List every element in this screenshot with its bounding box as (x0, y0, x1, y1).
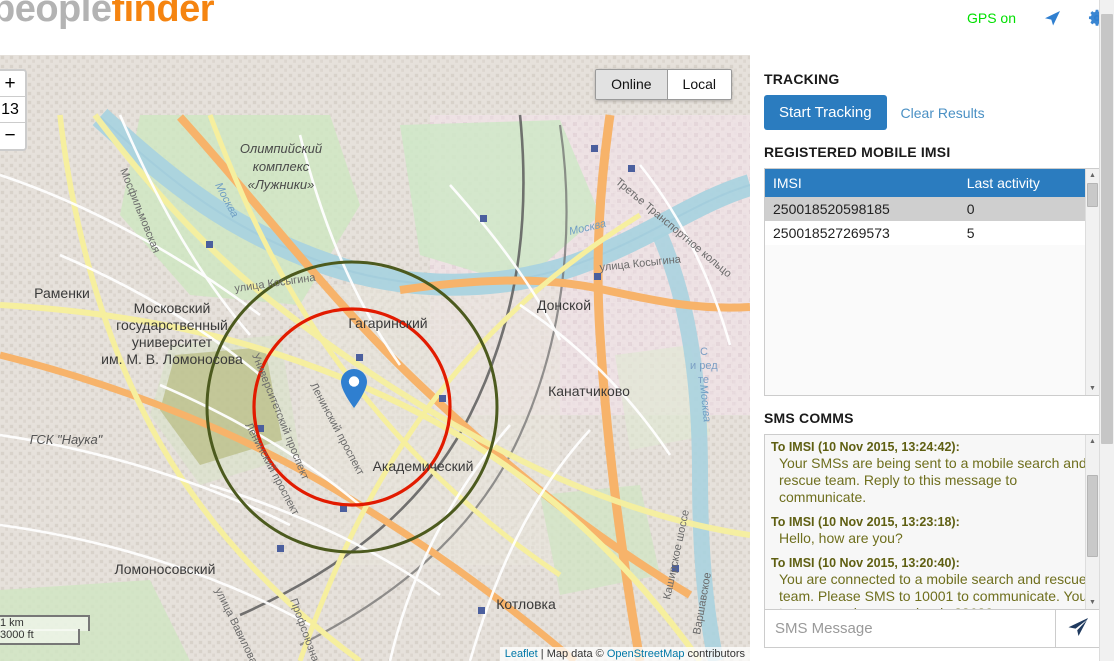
sms-section-title: SMS COMMS (764, 410, 854, 426)
scroll-down-arrow-icon[interactable]: ▼ (1086, 382, 1099, 395)
zoom-out-button[interactable]: − (0, 123, 25, 149)
gps-status-label: GPS on (966, 10, 1016, 26)
start-tracking-button[interactable]: Start Tracking (764, 95, 887, 130)
imsi-column-header[interactable]: IMSI (765, 169, 959, 197)
scroll-up-arrow-icon[interactable]: ▲ (1086, 169, 1099, 182)
last-activity-cell: 0 (958, 197, 1099, 221)
imsi-table-body: 250018520598185 0 250018527269573 5 (765, 197, 1099, 245)
imsi-table-row[interactable]: 250018520598185 0 (765, 197, 1099, 221)
sms-message-body: Your SMSs are being sent to a mobile sea… (779, 455, 1087, 505)
clear-results-button[interactable]: Clear Results (895, 96, 991, 130)
map-source-toggle[interactable]: Online Local (595, 69, 732, 100)
send-paper-plane-icon (1067, 616, 1089, 641)
svg-text:Академический: Академический (373, 458, 474, 474)
page-scroll-thumb[interactable] (1101, 14, 1113, 444)
svg-text:Гагаринский: Гагаринский (348, 315, 427, 331)
svg-text:им. М. В. Ломоносова: им. М. В. Ломоносова (101, 351, 243, 367)
imsi-table: IMSI Last activity 250018520598185 0 25001… (765, 169, 1099, 245)
header-actions: GPS on (967, 8, 1106, 28)
sms-message: To IMSI (10 Nov 2015, 13:20:40): You are … (771, 555, 1093, 609)
sms-scroll-up-arrow-icon[interactable]: ▲ (1086, 435, 1099, 448)
sms-message-header: To IMSI (10 Nov 2015, 13:24:42): (771, 440, 960, 454)
map-toggle-online[interactable]: Online (596, 70, 668, 99)
imsi-scroll-thumb[interactable] (1087, 183, 1098, 207)
map-attribution: Leaflet | Map data © OpenStreetMap contr… (499, 647, 750, 661)
svg-text:комплекс: комплекс (253, 159, 310, 174)
logo-text-people: people (0, 0, 112, 30)
last-activity-cell: 5 (958, 221, 1099, 245)
attribution-separator: | (537, 648, 547, 660)
map-scale-bar: 1 km 3000 ft (0, 615, 90, 645)
tracking-section-title: TRACKING (764, 71, 840, 87)
zoom-in-button[interactable]: + (0, 71, 25, 97)
sms-scroll-down-arrow-icon[interactable]: ▼ (1086, 596, 1099, 609)
svg-text:и ред: и ред (690, 360, 718, 372)
send-message-button[interactable] (1055, 610, 1099, 647)
sms-message: To IMSI (10 Nov 2015, 13:23:18): Hello, h… (771, 514, 1093, 547)
imsi-cell: 250018527269573 (765, 221, 959, 245)
svg-text:Олимпийский: Олимпийский (240, 141, 322, 156)
sms-scrollbar[interactable]: ▲ ▼ (1085, 435, 1099, 609)
sms-message: To IMSI (10 Nov 2015, 13:24:42): Your SMS… (771, 439, 1093, 506)
svg-text:С: С (700, 346, 708, 358)
svg-text:Канатчиково: Канатчиково (548, 383, 630, 399)
attribution-prefix: Map data © (546, 648, 607, 660)
app-header: peoplefinder GPS on (0, 0, 1114, 55)
sms-message-header: To IMSI (10 Nov 2015, 13:20:40): (771, 556, 960, 570)
sms-message-body: You are connected to a mobile search and… (779, 571, 1092, 609)
svg-text:«Лужники»: «Лужники» (248, 177, 315, 192)
side-panel: TRACKING Start Tracking Clear Results RE… (750, 55, 1114, 661)
last-activity-column-header[interactable]: Last activity (958, 169, 1099, 197)
navigation-arrow-icon[interactable] (1042, 8, 1062, 28)
sms-message-header: To IMSI (10 Nov 2015, 13:23:18): (771, 515, 960, 529)
svg-text:ГСК "Наука": ГСК "Наука" (30, 432, 104, 447)
app-root: peoplefinder GPS on Раменки Московский г… (0, 0, 1114, 661)
logo-text-finder: finder (111, 0, 215, 30)
svg-text:Котловка: Котловка (496, 596, 556, 612)
page-scrollbar[interactable] (1099, 0, 1114, 661)
svg-text:государственный: государственный (116, 317, 228, 333)
tracking-controls: Start Tracking Clear Results (764, 95, 1100, 130)
svg-text:Ломоносовский: Ломоносовский (115, 561, 216, 577)
sms-scroll-thumb[interactable] (1087, 475, 1098, 557)
scale-imperial: 3000 ft (0, 629, 80, 645)
sms-compose-row (764, 610, 1100, 648)
sms-messages-container[interactable]: To IMSI (10 Nov 2015, 13:24:42): Your SMS… (764, 434, 1100, 610)
imsi-scrollbar[interactable]: ▲ ▼ (1085, 169, 1099, 395)
imsi-table-header-row: IMSI Last activity (765, 169, 1099, 197)
map-zoom-control[interactable]: + 13 − (0, 69, 27, 151)
attribution-suffix: contributors (684, 648, 745, 660)
imsi-table-row[interactable]: 250018527269573 5 (765, 221, 1099, 245)
location-pin-marker[interactable] (341, 369, 367, 414)
sms-message-input[interactable] (765, 610, 1055, 647)
svg-text:Донской: Донской (537, 297, 591, 313)
openstreetmap-link[interactable]: OpenStreetMap (607, 648, 685, 660)
sms-message-list: To IMSI (10 Nov 2015, 13:24:42): Your SMS… (771, 439, 1093, 609)
imsi-cell: 250018520598185 (765, 197, 959, 221)
map-tiles: Раменки Московский государственный униве… (0, 55, 750, 661)
app-logo[interactable]: peoplefinder (0, 0, 215, 31)
zoom-level-indicator: 13 (0, 97, 25, 123)
svg-text:те: те (698, 374, 709, 386)
imsi-section-title: REGISTERED MOBILE IMSI (764, 144, 951, 160)
leaflet-link[interactable]: Leaflet (505, 648, 538, 660)
map-container[interactable]: Раменки Московский государственный униве… (0, 55, 750, 661)
svg-text:Московский: Московский (134, 300, 211, 316)
imsi-table-container: IMSI Last activity 250018520598185 0 25001… (764, 168, 1100, 396)
svg-text:университет: университет (132, 334, 213, 350)
sms-message-body: Hello, how are you? (779, 530, 903, 546)
map-toggle-local[interactable]: Local (667, 70, 731, 99)
svg-text:Раменки: Раменки (34, 285, 90, 301)
